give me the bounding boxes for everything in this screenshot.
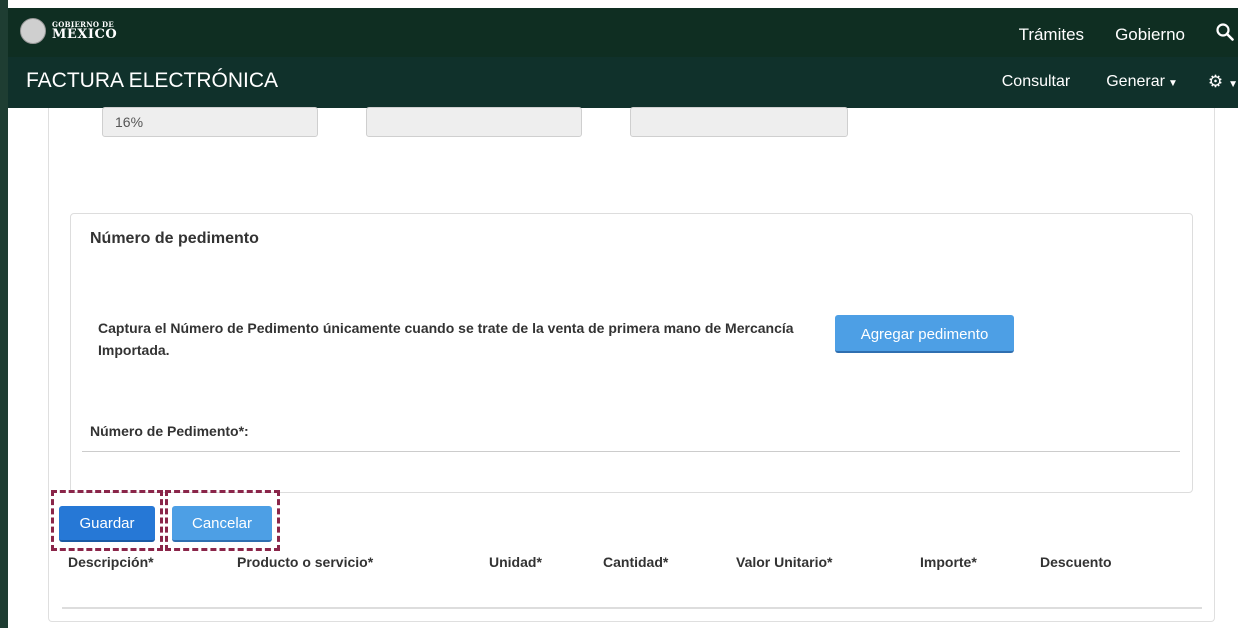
column-header-producto: Producto o servicio*: [237, 554, 374, 570]
gobierno-logo[interactable]: GOBIERNO DE MÉXICO: [20, 18, 117, 44]
generar-label: Generar: [1106, 73, 1165, 90]
pedimento-number-label: Número de Pedimento*:: [90, 423, 249, 439]
pedimento-description: Captura el Número de Pedimento únicament…: [98, 320, 794, 358]
search-icon[interactable]: [1216, 23, 1238, 46]
app-title[interactable]: FACTURA ELECTRÓNICA: [26, 69, 278, 93]
cancel-button[interactable]: Cancelar: [172, 506, 272, 542]
pedimento-panel-title: Número de pedimento: [90, 230, 259, 247]
nav-generar-dropdown[interactable]: Generar ▼: [1106, 73, 1178, 91]
column-header-unidad: Unidad*: [489, 554, 542, 570]
column-header-descripcion: Descripción*: [68, 554, 154, 570]
seal-icon: [20, 18, 46, 44]
government-header: GOBIERNO DE MÉXICO Trámites Gobierno: [8, 8, 1238, 57]
tax-field-3[interactable]: [630, 107, 848, 137]
gear-icon: ⚙: [1207, 72, 1224, 91]
left-border: [0, 0, 8, 628]
column-header-cantidad: Cantidad*: [603, 554, 669, 570]
caret-down-icon: ▼: [1167, 78, 1178, 89]
government-nav: Trámites Gobierno: [1019, 23, 1238, 46]
tax-field-2[interactable]: [366, 107, 582, 137]
logo-bottom-text: MÉXICO: [52, 27, 118, 42]
column-header-descuento: Descuento: [1040, 554, 1112, 570]
app-nav: Consultar Generar ▼ ⚙ ▼: [1002, 72, 1238, 92]
column-header-importe: Importe*: [920, 554, 977, 570]
settings-dropdown[interactable]: ⚙ ▼: [1208, 72, 1238, 92]
app-navbar: FACTURA ELECTRÓNICA Consultar Generar ▼ ⚙…: [8, 57, 1238, 108]
table-header-divider: [62, 607, 1202, 609]
nav-tramites-link[interactable]: Trámites: [1019, 25, 1085, 45]
nav-consultar-link[interactable]: Consultar: [1002, 73, 1070, 91]
add-pedimento-button[interactable]: Agregar pedimento: [835, 315, 1014, 353]
save-button[interactable]: Guardar: [59, 506, 155, 542]
tax-rate-field[interactable]: 16%: [102, 107, 318, 137]
nav-gobierno-link[interactable]: Gobierno: [1115, 25, 1185, 45]
logo-text: GOBIERNO DE MÉXICO: [52, 21, 117, 41]
pedimento-number-field[interactable]: [82, 451, 1180, 452]
column-header-valor-unitario: Valor Unitario*: [736, 554, 833, 570]
caret-down-icon: ▼: [1228, 79, 1238, 90]
